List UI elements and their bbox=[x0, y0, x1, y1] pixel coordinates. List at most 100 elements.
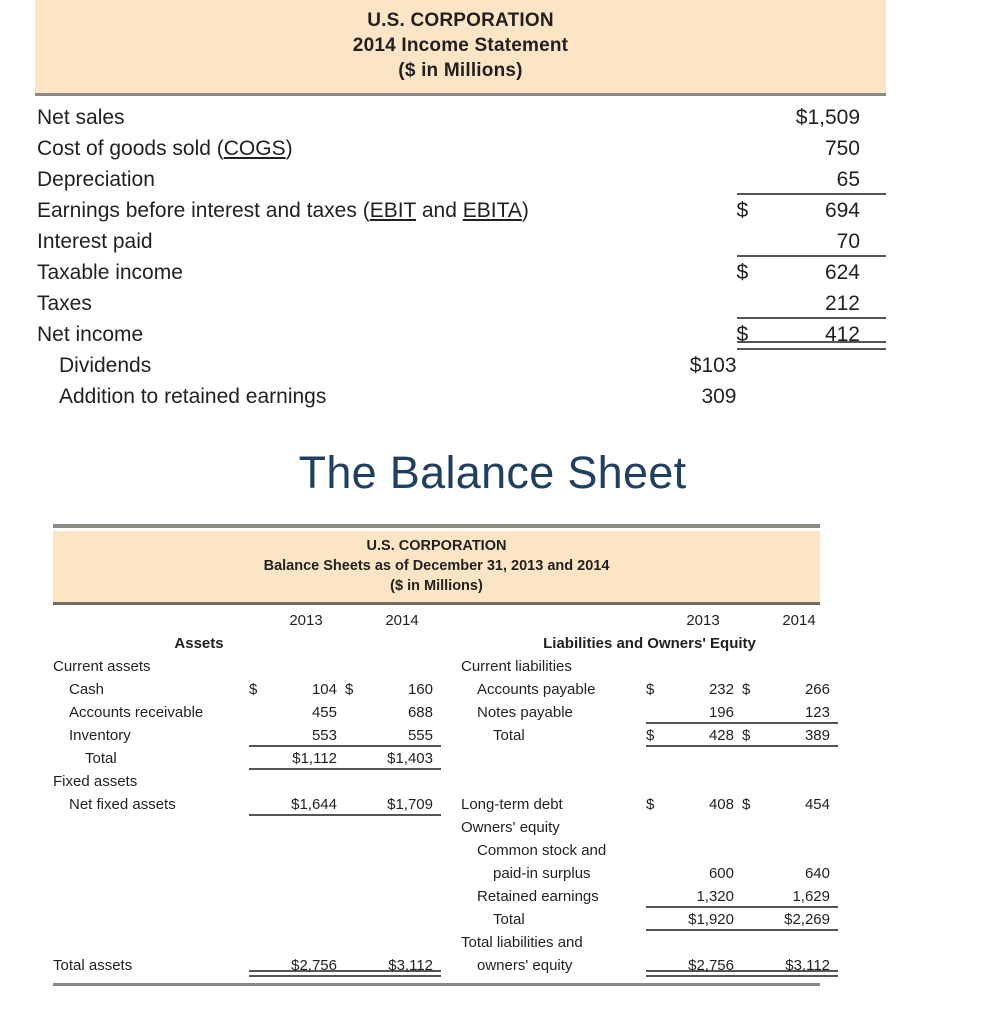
spacer bbox=[441, 655, 461, 678]
income-statement-rows: Net sales $1,509 Cost of goods sold (COGS)… bbox=[35, 102, 886, 412]
assets-value-2014: $1,709 bbox=[371, 793, 441, 816]
income-statement-row-label: Earnings before interest and taxes (EBIT… bbox=[37, 199, 529, 222]
table-row: Accounts receivable 455 688 Notes payable 19… bbox=[53, 701, 838, 724]
liabilities-currency-2014 bbox=[742, 908, 768, 931]
liabilities-currency-2014 bbox=[742, 701, 768, 724]
table-row: Net income $412 bbox=[35, 319, 886, 350]
liabilities-currency-2013 bbox=[646, 770, 672, 793]
assets-currency-2014 bbox=[345, 954, 371, 977]
liabilities-currency-2013: $ bbox=[646, 796, 655, 813]
liabilities-value-2013 bbox=[672, 931, 742, 954]
liabilities-row-label: paid-in surplus bbox=[493, 865, 591, 882]
assets-currency-2014 bbox=[345, 724, 371, 747]
assets-value-2013 bbox=[275, 931, 345, 954]
liabilities-currency-2013 bbox=[646, 701, 672, 724]
balance-sheet-year-header-row: 2013 2014 2013 2014 bbox=[53, 609, 838, 632]
row-label-text: Net income bbox=[37, 323, 144, 346]
income-statement-currency-symbol: $ bbox=[737, 319, 775, 350]
liabilities-row-label: Retained earnings bbox=[477, 888, 599, 905]
income-statement-value bbox=[775, 350, 886, 381]
table-row: Taxable income $624 bbox=[35, 257, 886, 288]
liabilities-row-label: Accounts payable bbox=[477, 681, 596, 698]
assets-value-2014 bbox=[371, 839, 441, 862]
assets-row-label bbox=[53, 885, 249, 908]
assets-value-2013 bbox=[275, 908, 345, 931]
balance-sheet-header-rule bbox=[53, 602, 820, 605]
liabilities-currency-2014 bbox=[742, 655, 768, 678]
liabilities-currency-2014 bbox=[742, 770, 768, 793]
table-row: Total $1,112 $1,403 bbox=[53, 747, 838, 770]
income-statement-secondary-value bbox=[560, 226, 736, 257]
assets-currency-2014 bbox=[345, 747, 371, 770]
assets-section-header: Assets bbox=[174, 635, 224, 652]
assets-value-2013: $2,756 bbox=[275, 954, 345, 977]
liabilities-value-2014: 640 bbox=[804, 865, 830, 882]
liabilities-currency-2013 bbox=[646, 747, 672, 770]
row-label-text: Depreciation bbox=[37, 168, 155, 191]
income-statement-currency-symbol bbox=[737, 164, 775, 195]
glossary-term-cogs[interactable]: COGS bbox=[224, 137, 286, 160]
assets-value-2014 bbox=[371, 931, 441, 954]
income-statement-value: 70 bbox=[775, 226, 886, 257]
assets-row-label: Net fixed assets bbox=[69, 796, 176, 813]
balance-sheet-section-header-row: Assets Liabilities and Owners' Equity bbox=[53, 632, 838, 655]
liabilities-value-2013: $2,756 bbox=[672, 954, 742, 977]
balance-sheet-bottom-rule bbox=[53, 983, 820, 986]
assets-currency-2013 bbox=[249, 747, 275, 770]
assets-row-label: Cash bbox=[69, 681, 105, 698]
row-label-text: Net sales bbox=[37, 106, 125, 129]
income-statement-secondary-value bbox=[560, 164, 736, 195]
income-statement-row-label: Net income bbox=[35, 319, 560, 350]
income-statement-row-label: Taxable income bbox=[35, 257, 560, 288]
assets-currency-2014 bbox=[345, 793, 371, 816]
spacer bbox=[441, 839, 461, 862]
assets-row-label: Total bbox=[85, 750, 117, 767]
spacer bbox=[441, 609, 461, 632]
table-row: Depreciation 65 bbox=[35, 164, 886, 195]
assets-currency-2014 bbox=[345, 908, 371, 931]
liabilities-currency-2013 bbox=[646, 862, 672, 885]
spacer bbox=[441, 770, 461, 793]
liabilities-currency-2013 bbox=[646, 908, 672, 931]
assets-currency-2014 bbox=[345, 931, 371, 954]
liabilities-currency-2013 bbox=[646, 839, 672, 862]
income-statement-title: 2014 Income Statement bbox=[352, 35, 569, 56]
spacer bbox=[646, 609, 672, 632]
table-row: Total $1,920 $2,269 bbox=[53, 908, 838, 931]
table-row: Cash $104 $160 Accounts payable $232 $266 bbox=[53, 678, 838, 701]
liabilities-value-2013: 428 bbox=[672, 724, 742, 747]
spacer bbox=[441, 701, 461, 724]
liabilities-currency-2013 bbox=[646, 931, 672, 954]
glossary-term-ebita[interactable]: EBITA bbox=[463, 199, 522, 222]
assets-currency-2013 bbox=[249, 862, 275, 885]
assets-value-2014 bbox=[371, 885, 441, 908]
income-statement-banner: U.S. CORPORATION 2014 Income Statement (… bbox=[35, 0, 886, 93]
row-label-text: Addition to retained earnings bbox=[59, 385, 327, 408]
table-row: Total assets $2,756 $3,112 owners' equity $2… bbox=[53, 954, 838, 977]
balance-sheet-units: ($ in Millions) bbox=[390, 578, 483, 594]
assets-value-2013: $1,644 bbox=[275, 793, 345, 816]
assets-row-label bbox=[53, 931, 249, 954]
liabilities-currency-2013 bbox=[646, 954, 672, 977]
year-header-2014-liabilities: 2014 bbox=[782, 612, 816, 629]
liabilities-value-2014: $2,269 bbox=[768, 908, 838, 931]
balance-sheet-rows: 2013 2014 2013 2014 Assets Liabilities and Ow… bbox=[53, 609, 838, 977]
assets-currency-2014 bbox=[345, 839, 371, 862]
balance-sheet-title: Balance Sheets as of December 31, 2013 a… bbox=[263, 558, 610, 574]
liabilities-currency-2013 bbox=[646, 885, 672, 908]
liabilities-currency-2014: $ bbox=[742, 724, 768, 747]
income-statement-value: 212 bbox=[775, 288, 886, 319]
liabilities-row-label: Current liabilities bbox=[461, 658, 572, 675]
assets-currency-2013 bbox=[249, 931, 275, 954]
liabilities-value-2013: 196 bbox=[672, 701, 742, 724]
spacer bbox=[742, 609, 768, 632]
liabilities-value-2013 bbox=[672, 770, 742, 793]
spacer bbox=[441, 862, 461, 885]
liabilities-value-2013: $1,920 bbox=[672, 908, 742, 931]
glossary-term-ebit[interactable]: EBIT bbox=[370, 199, 416, 222]
liabilities-row-label: Owners' equity bbox=[461, 819, 560, 836]
assets-currency-2013 bbox=[249, 724, 275, 747]
table-row: Addition to retained earnings 309 bbox=[35, 381, 886, 412]
liabilities-value-2014: 389 bbox=[768, 724, 838, 747]
income-statement-currency-symbol bbox=[737, 350, 775, 381]
